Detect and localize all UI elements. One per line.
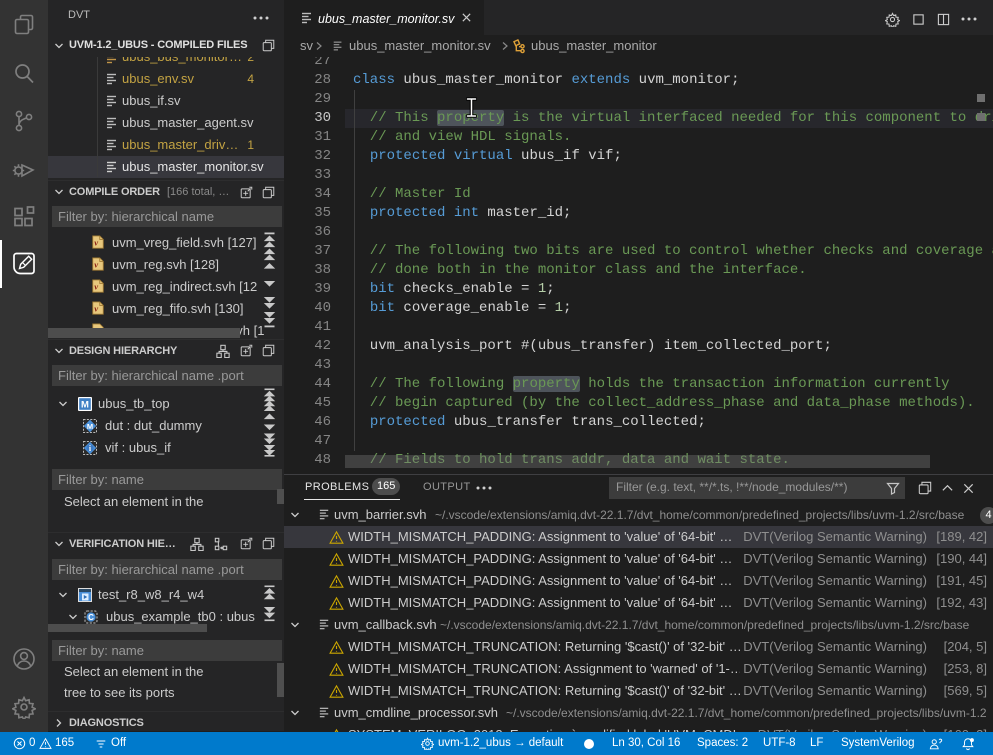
svg-text:C: C [88,613,94,622]
svg-text:M: M [81,400,89,411]
svg-text:v: v [94,238,98,248]
svg-text:M: M [87,422,93,431]
svg-text:v: v [94,282,98,292]
svg-text:v: v [94,304,98,314]
svg-text:v: v [94,260,98,270]
